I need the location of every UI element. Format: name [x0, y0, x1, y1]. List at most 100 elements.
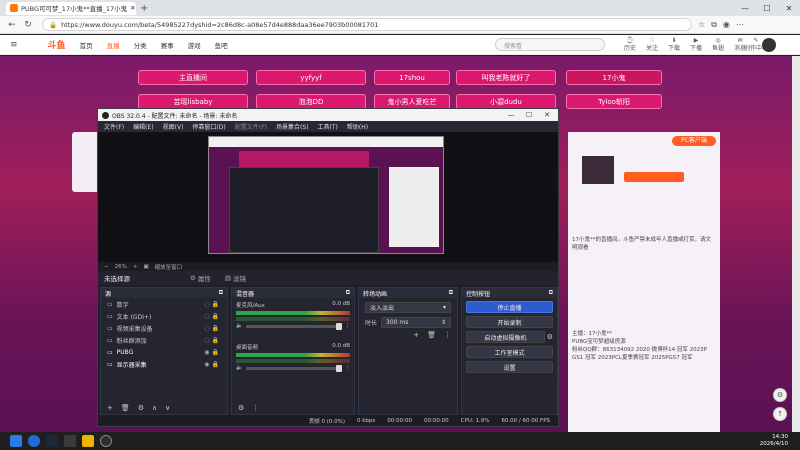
add-source-icon[interactable]: + [107, 404, 113, 412]
menu-tools[interactable]: 工具(T) [318, 122, 338, 131]
profile-icon[interactable]: ◉ [723, 20, 730, 29]
fit-icon[interactable]: ▣ [143, 264, 148, 270]
star-icon[interactable]: ☆ [698, 20, 705, 29]
back-icon[interactable]: ← [4, 20, 20, 30]
obs-preview-area[interactable] [98, 132, 558, 262]
zoom-out-icon[interactable]: − [104, 264, 109, 270]
properties-button[interactable]: 属性 [198, 273, 211, 283]
source-item[interactable]: ▭ 数字 ◌🔒 [101, 298, 227, 310]
dock-float-icon[interactable]: ⧉ [346, 289, 350, 297]
source-item[interactable]: ▭ 显示器采集 ◉🔒 [101, 358, 227, 370]
nav-live[interactable]: 直播 [107, 40, 120, 50]
start-icon[interactable] [10, 435, 22, 447]
filters-button[interactable]: 滤镜 [233, 273, 246, 283]
edge-icon[interactable] [28, 435, 40, 447]
obs-taskbar-icon[interactable] [100, 435, 112, 447]
app-icon[interactable] [64, 435, 76, 447]
gift-tab[interactable]: 芸瑶lisbaby [138, 94, 248, 109]
side-top-icon[interactable]: ↑ [773, 407, 787, 421]
side-settings-icon[interactable]: ⚙ [773, 388, 787, 402]
mixer-menu-icon[interactable]: ⋮ [252, 404, 259, 412]
new-tab-icon[interactable]: + [140, 3, 148, 14]
obs-close-icon[interactable]: ✕ [538, 109, 556, 121]
visibility-lock-icons[interactable]: ◌🔒 [204, 301, 221, 308]
mixer-settings-icon[interactable]: ⚙ [238, 404, 244, 412]
speaker-icon[interactable]: 🔈 [236, 365, 243, 371]
pubg-icon[interactable] [82, 435, 94, 447]
nav-events[interactable]: 赛事 [161, 40, 174, 50]
volume-slider[interactable] [245, 322, 342, 330]
volume-slider[interactable] [245, 364, 342, 372]
transition-select[interactable]: 淡入淡出 ▾ [365, 302, 451, 313]
duration-input[interactable]: 300 ms ⇕ [381, 317, 451, 328]
source-item[interactable]: ▭ 文本 (GDI+) ◌🔒 [101, 310, 227, 322]
header-coins[interactable]: ◎ 鱼翅 [708, 37, 728, 53]
visibility-lock-icons[interactable]: ◉🔒 [204, 361, 221, 368]
gift-tab[interactable]: 17shou [374, 70, 450, 85]
source-item[interactable]: ▭ PUBG ◉🔒 [101, 346, 227, 358]
gift-tab[interactable]: 泡泡DD [256, 94, 366, 109]
virtual-camera-button[interactable]: 启动虚拟摄像机 [466, 331, 545, 343]
obs-minimize-icon[interactable]: — [502, 109, 520, 121]
move-up-icon[interactable]: ∧ [152, 404, 157, 412]
close-window-icon[interactable]: ✕ [778, 0, 800, 16]
menu-scene-collection[interactable]: 场景集合(S) [276, 122, 309, 131]
obs-maximize-icon[interactable]: ☐ [520, 109, 538, 121]
pc-client-badge[interactable]: PC客户端 [672, 136, 716, 146]
dock-float-icon[interactable]: ⧉ [449, 289, 453, 297]
channel-menu-icon[interactable]: ⋮ [345, 323, 351, 329]
header-stream[interactable]: ▶ 下播 [686, 37, 706, 53]
menu-file[interactable]: 文件(F) [104, 122, 124, 131]
menu-icon[interactable]: ⋯ [736, 20, 744, 29]
header-follow[interactable]: ♡ 关注 [642, 37, 662, 53]
url-input[interactable]: 🔒 https://www.douyu.com/beta/54985227dys… [42, 18, 692, 31]
move-down-icon[interactable]: ∨ [165, 404, 170, 412]
menu-help[interactable]: 帮助(H) [347, 122, 368, 131]
stepper-icon[interactable]: ⇕ [441, 319, 446, 326]
steam-icon[interactable] [46, 435, 58, 447]
visibility-lock-icons[interactable]: ◌🔒 [204, 337, 221, 344]
clock[interactable]: 14:30 2026/4/10 [760, 434, 788, 448]
header-history[interactable]: ⌚ 历史 [620, 37, 640, 53]
page-scrollbar[interactable] [792, 56, 800, 432]
promo-button[interactable] [624, 172, 684, 182]
speaker-icon[interactable]: 🔈 [236, 323, 243, 329]
promo-thumb[interactable] [582, 156, 614, 184]
gift-tab[interactable]: 主直播间 [138, 70, 248, 85]
source-item[interactable]: ▭ 粉丝群添加 ◌🔒 [101, 334, 227, 346]
visibility-lock-icons[interactable]: ◌🔒 [204, 313, 221, 320]
menu-profile[interactable]: 配置文件(P) [235, 122, 267, 131]
gift-tab[interactable]: yyfyyf [256, 70, 366, 85]
site-search-input[interactable]: 搜索看 [495, 38, 605, 51]
menu-edit[interactable]: 编辑(E) [133, 122, 153, 131]
dock-float-icon[interactable]: ⧉ [549, 289, 553, 297]
site-logo[interactable]: 斗鱼 [48, 38, 66, 51]
gift-tab[interactable]: Tyloo斩阳 [566, 94, 662, 109]
close-tab-icon[interactable]: ✕ [130, 4, 135, 12]
gift-tab[interactable]: 鬼小男人爱吃芒 [374, 94, 450, 109]
gift-tab[interactable]: 17小鬼 [566, 70, 662, 85]
browser-tab[interactable]: PUBG可可梦_17小鬼**直播_17小鬼 ✕ [6, 1, 136, 15]
virtual-camera-settings-icon[interactable]: ⚙ [547, 333, 553, 341]
studio-mode-button[interactable]: 工作室模式 [466, 346, 553, 358]
nav-home[interactable]: 首页 [80, 40, 93, 50]
maximize-icon[interactable]: ☐ [756, 0, 778, 16]
visibility-lock-icons[interactable]: ◉🔒 [204, 349, 221, 356]
filter-icon[interactable]: ▤ [225, 274, 231, 282]
source-item[interactable]: ▭ 视频采集设备 ◌🔒 [101, 322, 227, 334]
nav-yuba[interactable]: 鱼吧 [215, 40, 228, 50]
header-download[interactable]: ⬇ 下载 [664, 37, 684, 53]
gift-tab[interactable]: 小碧dudu [456, 94, 556, 109]
channel-menu-icon[interactable]: ⋮ [345, 365, 351, 371]
user-avatar[interactable] [762, 38, 776, 52]
add-transition-icon[interactable]: + [413, 331, 419, 339]
gear-icon[interactable]: ⚙ [190, 274, 196, 282]
settings-button[interactable]: 设置 [466, 361, 553, 373]
extensions-icon[interactable]: ⧉ [711, 20, 717, 30]
dock-float-icon[interactable]: ⧉ [219, 289, 223, 297]
nav-games[interactable]: 游戏 [188, 40, 201, 50]
hamburger-icon[interactable]: ≡ [10, 40, 18, 50]
start-recording-button[interactable]: 开始录制 [466, 316, 553, 328]
source-settings-icon[interactable]: ⚙ [138, 404, 144, 412]
zoom-in-icon[interactable]: + [133, 264, 138, 270]
